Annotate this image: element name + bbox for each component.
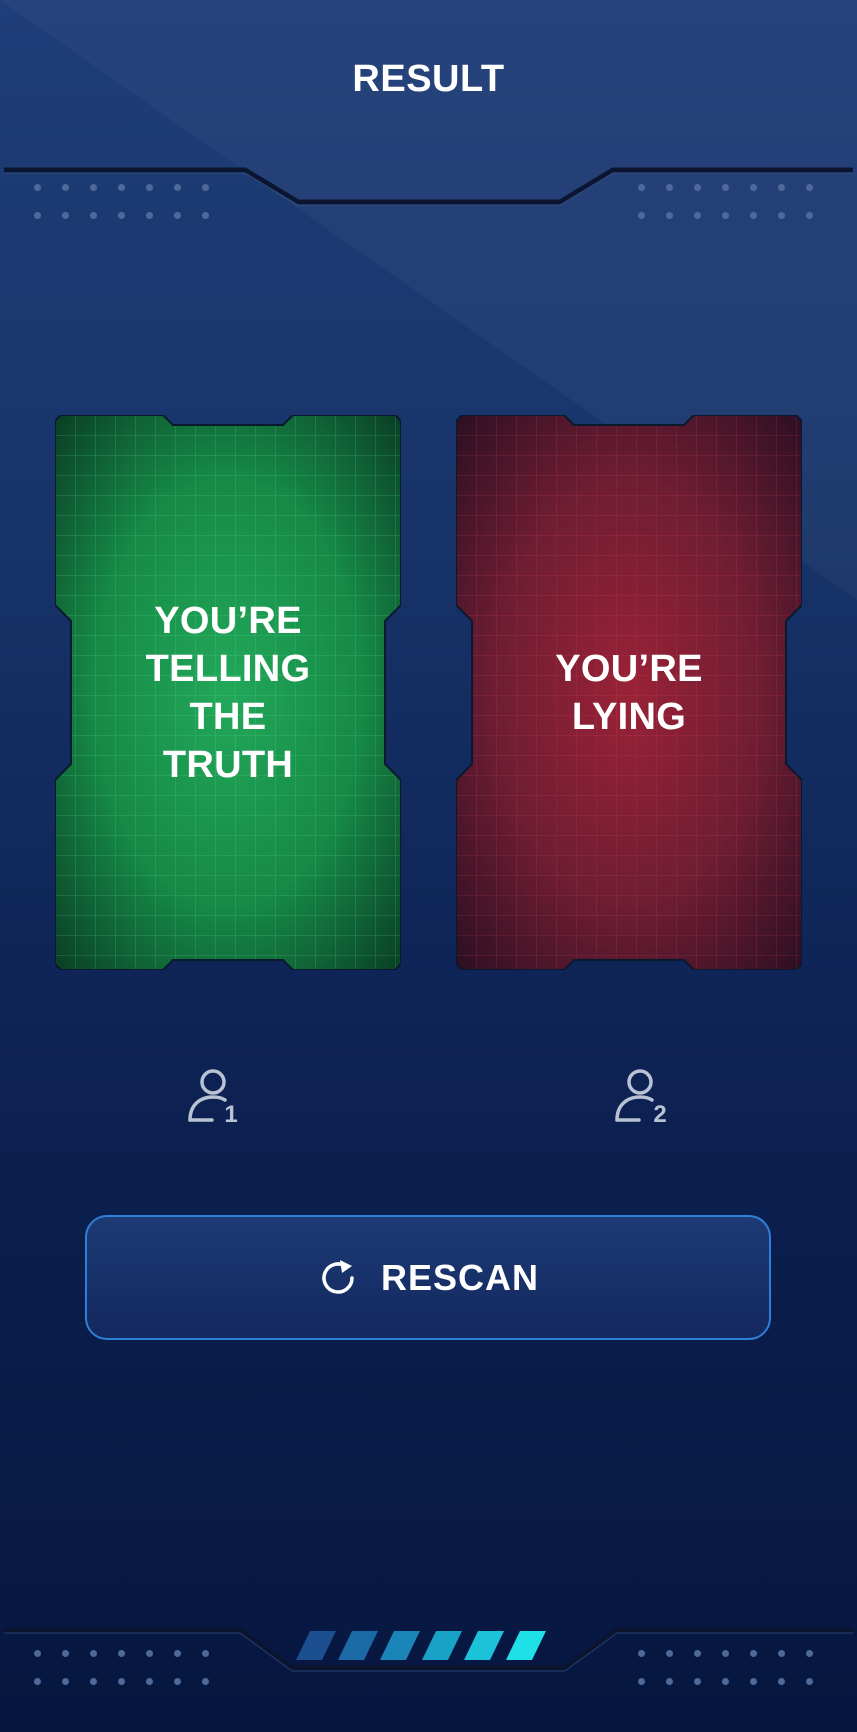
player-1-user-icon: 1 [188,1069,238,1125]
player-2-user-icon: 2 [615,1069,667,1125]
rescan-label: RESCAN [380,1256,539,1298]
card-text-lying: YOU’RE LYING [555,647,703,738]
player-2-number: 2 [653,1101,666,1125]
decorative-dots-top-left [34,184,230,240]
page-title: RESULT [352,58,505,100]
refresh-icon [322,1259,354,1294]
result-card-truth: YOU’RE TELLING THE TRUTH [55,415,401,970]
decorative-dots-bottom-right [638,1650,834,1706]
card-text-truth: YOU’RE TELLING THE TRUTH [145,599,311,786]
decorative-dots-bottom-left [34,1650,230,1706]
result-card-lying: YOU’RE LYING [456,415,802,970]
rescan-button[interactable]: RESCAN [85,1215,771,1340]
decorative-dots-top-right [638,184,834,240]
player-1-number: 1 [224,1101,237,1125]
progress-stripes-decoration [296,1631,546,1660]
